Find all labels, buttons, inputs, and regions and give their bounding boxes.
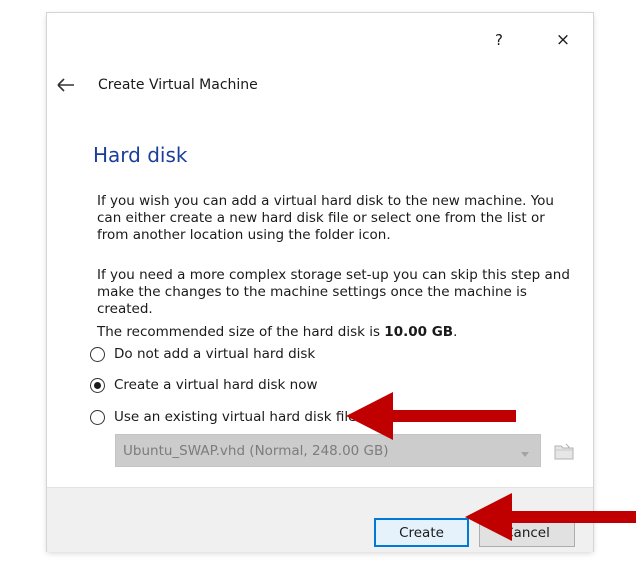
wizard-title: Create Virtual Machine — [98, 77, 258, 93]
radio-create-disk[interactable]: Create a virtual hard disk now — [90, 375, 318, 395]
wizard-header: Create Virtual Machine — [55, 73, 455, 97]
recommended-size-value: 10.00 GB — [384, 324, 454, 340]
existing-disk-select-value: Ubuntu_SWAP.vhd (Normal, 248.00 GB) — [123, 442, 389, 459]
create-vm-dialog: ? × Create Virtual Machine Hard disk If … — [47, 13, 593, 552]
help-button[interactable]: ? — [484, 26, 514, 54]
recommended-size-suffix: . — [453, 324, 458, 340]
radio-button[interactable] — [90, 346, 105, 362]
radio-button-selected[interactable] — [90, 377, 105, 393]
button-bar: Create Cancel — [47, 487, 593, 552]
recommended-size-text: The recommended size of the hard disk is… — [97, 324, 577, 341]
existing-disk-select[interactable]: Ubuntu_SWAP.vhd (Normal, 248.00 GB) — [115, 434, 541, 467]
create-button[interactable]: Create — [374, 518, 469, 547]
radio-label: Create a virtual hard disk now — [114, 377, 318, 393]
storage-note-paragraph: If you need a more complex storage set-u… — [97, 267, 570, 317]
radio-label: Use an existing virtual hard disk file — [114, 409, 357, 425]
radio-selected-dot — [94, 381, 101, 389]
radio-no-disk[interactable]: Do not add a virtual hard disk — [90, 344, 315, 364]
radio-existing-disk[interactable]: Use an existing virtual hard disk file — [90, 407, 356, 427]
chevron-down-icon — [521, 446, 529, 462]
folder-icon[interactable] — [553, 441, 575, 461]
page-title: Hard disk — [93, 143, 188, 167]
cancel-button[interactable]: Cancel — [479, 518, 575, 547]
close-button[interactable]: × — [548, 26, 578, 54]
description-paragraph: If you wish you can add a virtual hard d… — [97, 193, 554, 243]
radio-label: Do not add a virtual hard disk — [114, 346, 316, 362]
back-arrow-icon[interactable] — [55, 75, 77, 95]
recommended-size-prefix: The recommended size of the hard disk is — [97, 324, 385, 340]
radio-button[interactable] — [90, 409, 105, 425]
